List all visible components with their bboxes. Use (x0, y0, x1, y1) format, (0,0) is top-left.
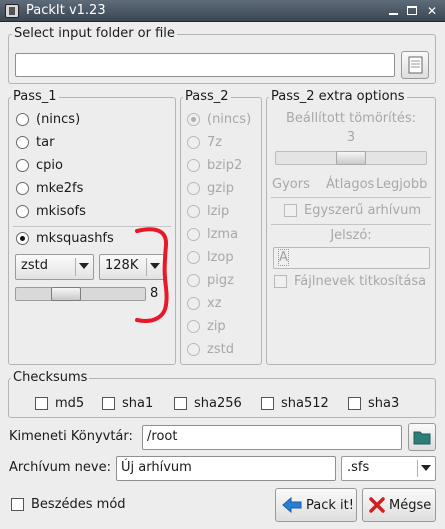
checksum-md5-checkbox[interactable]: md5 (35, 396, 84, 411)
pass1-radio-label: (nincs) (36, 112, 81, 127)
pass2-radio-label: xz (207, 296, 222, 311)
pass2-radio-label: gzip (207, 181, 234, 196)
pass2-radio-lzip[interactable]: lzip (187, 204, 229, 219)
pass1-radio-cpio[interactable]: cpio (16, 158, 63, 173)
checksum-label: sha1 (122, 396, 154, 411)
output-dir-field[interactable]: /root (142, 425, 402, 450)
cancel-button[interactable]: Mégse (362, 488, 436, 522)
archive-extension-select[interactable]: .sfs (341, 456, 436, 481)
pass2-radio-label: pigz (207, 273, 234, 288)
extra-separator (271, 197, 431, 198)
extension-value: .sfs (347, 460, 370, 475)
pass2-radio-lzop[interactable]: lzop (187, 250, 234, 265)
scale-average-label: Átlagos (326, 177, 375, 192)
input-path-field[interactable] (15, 53, 395, 77)
checksum-label: sha512 (281, 396, 329, 411)
pass2-radio-zip[interactable]: zip (187, 319, 226, 334)
pass1-compressor-select[interactable]: zstd (15, 254, 94, 280)
checksum-sha3-checkbox[interactable]: sha3 (348, 396, 399, 411)
folder-icon (413, 431, 431, 445)
verbose-mode-checkbox[interactable]: Beszédes mód (11, 497, 126, 512)
pass2-radio-zstd[interactable]: zstd (187, 342, 234, 357)
window-title: PackIt v1.23 (26, 3, 106, 18)
password-value: A (278, 249, 289, 266)
scale-fast-label: Gyors (272, 177, 310, 192)
encrypt-filenames-checkbox[interactable]: Fájlnevek titkosítása (274, 274, 426, 289)
title-bar: PackIt v1.23 ✕ (0, 0, 445, 22)
slider-handle[interactable] (336, 151, 366, 165)
pass2-radio-label: 7z (207, 135, 223, 150)
chevron-down-icon (421, 465, 431, 471)
pass2-radio-pigz[interactable]: pigz (187, 273, 234, 288)
pass2-radio-bzip2[interactable]: bzip2 (187, 158, 242, 173)
pass2-extra-group-label: Pass_2 extra options (269, 89, 407, 104)
checksum-sha256-checkbox[interactable]: sha256 (174, 396, 242, 411)
archive-name-field[interactable]: Új arhívum (116, 456, 336, 481)
pass2-radio-label: zstd (207, 342, 234, 357)
pass2-group-label: Pass_2 (183, 89, 231, 104)
extra-separator (271, 224, 431, 225)
pass1-radio-mkisofs[interactable]: mkisofs (16, 204, 86, 219)
pass2-radio-gzip[interactable]: gzip (187, 181, 234, 196)
pass1-level-slider[interactable] (15, 287, 146, 301)
checksum-label: sha3 (368, 396, 400, 411)
pass2-radio-label: bzip2 (207, 158, 243, 173)
encrypt-filenames-label: Fájlnevek titkosítása (294, 274, 427, 289)
pack-button-label: Pack it! (306, 497, 354, 513)
pass1-radio-nincs[interactable]: (nincs) (16, 112, 80, 127)
pass1-radio-label: mkisofs (36, 204, 86, 219)
pass2-radio-nincs[interactable]: (nincs) (187, 112, 251, 127)
slider-handle[interactable] (51, 287, 81, 301)
pass2-radio-7z[interactable]: 7z (187, 135, 222, 150)
app-icon (5, 4, 19, 18)
close-button[interactable]: ✕ (424, 3, 440, 19)
close-x-icon (369, 497, 385, 513)
checksum-sha1-checkbox[interactable]: sha1 (102, 396, 153, 411)
pass2-radio-lzma[interactable]: lzma (187, 227, 238, 242)
pass1-radio-tar[interactable]: tar (16, 135, 54, 150)
verbose-mode-label: Beszédes mód (31, 497, 126, 512)
pass1-radio-mksquashfs[interactable]: mksquashfs (16, 231, 114, 246)
password-field[interactable]: A (273, 247, 430, 269)
output-dir-label: Kimeneti Könyvtár: (9, 429, 133, 444)
pass2-radio-label: zip (207, 319, 226, 334)
checksums-group-label: Checksums (11, 370, 90, 385)
simple-archive-checkbox[interactable]: Egyszerű arhívum (284, 203, 421, 218)
pass1-radio-label: tar (36, 135, 55, 150)
pass2-radio-label: (nincs) (207, 112, 252, 127)
maximize-button[interactable] (404, 3, 420, 19)
minimize-button[interactable] (385, 3, 401, 19)
arrow-left-icon (282, 496, 302, 514)
pass1-radio-mke2fs[interactable]: mke2fs (16, 181, 83, 196)
chevron-down-icon (79, 263, 89, 269)
pass1-group-label: Pass_1 (11, 89, 59, 104)
archive-name-label: Archívum neve: (9, 460, 111, 475)
compression-value: 3 (346, 130, 356, 145)
pass2-radio-label: lzip (207, 204, 230, 219)
compression-slider[interactable] (275, 151, 427, 165)
pass2-radio-label: lzop (207, 250, 234, 265)
compressor-value: zstd (21, 258, 48, 273)
password-label: Jelszó: (330, 228, 372, 243)
checksum-label: sha256 (194, 396, 242, 411)
input-group-label: Select input folder or file (12, 26, 177, 41)
pack-button[interactable]: Pack it! (275, 488, 357, 522)
pass2-radio-label: lzma (207, 227, 239, 242)
browse-input-button[interactable] (401, 51, 429, 79)
pass2-radio-xz[interactable]: xz (187, 296, 222, 311)
simple-archive-label: Egyszerű arhívum (304, 203, 421, 218)
checksum-sha512-checkbox[interactable]: sha512 (261, 396, 329, 411)
pass1-radio-label: cpio (36, 158, 63, 173)
cancel-button-label: Mégse (389, 497, 432, 513)
pass1-radio-label: mksquashfs (36, 231, 114, 246)
scale-best-label: Legjobb (376, 177, 428, 192)
document-icon (408, 56, 423, 74)
browse-output-button[interactable] (408, 423, 436, 451)
compression-label: Beállított tömörítés: (286, 111, 416, 126)
checksum-label: md5 (55, 396, 85, 411)
annotation-bracket (135, 227, 169, 323)
pass1-radio-label: mke2fs (36, 181, 84, 196)
